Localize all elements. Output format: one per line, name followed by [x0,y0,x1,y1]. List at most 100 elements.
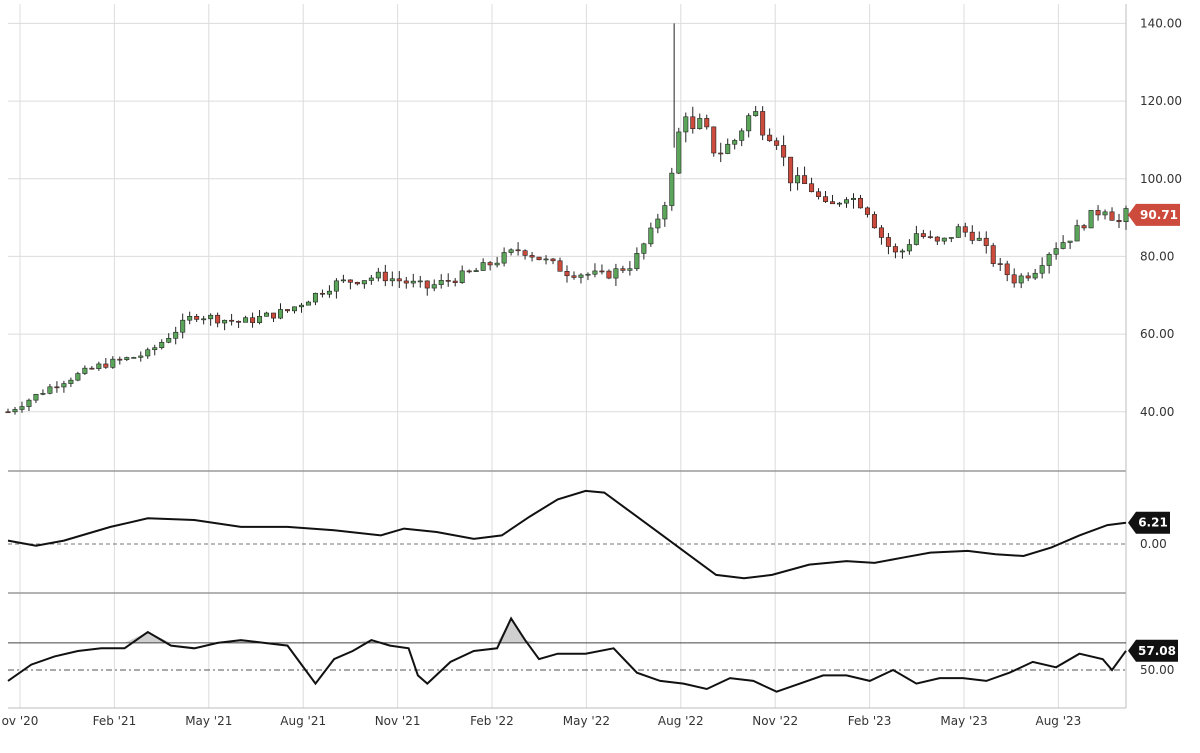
candle-body [1081,225,1087,229]
candle-body [368,277,374,281]
candle-body [1032,272,1038,279]
candle-body [445,280,451,282]
candle-body [823,196,829,202]
candle-body [878,227,884,238]
mid-band-label: 50.00 [1140,663,1174,677]
candle-body [739,130,745,141]
x-tick-label: Feb '22 [470,714,514,728]
candle-body [145,349,151,357]
candle-body [396,278,402,282]
candle-body [864,207,870,215]
candle-body [774,140,780,146]
candle-body [201,318,207,321]
candle-body [1116,220,1122,223]
candle-body [215,314,221,324]
candle-body [424,280,430,289]
candle-body [934,236,940,242]
candle-body [592,270,598,275]
x-tick-label: Aug '23 [1035,714,1081,728]
candle-body [536,256,542,261]
candle-body [278,309,284,319]
candle-body [809,183,815,193]
candle-body [194,316,200,320]
rsi-value-label: 57.08 [1138,644,1176,658]
candle-body [1074,225,1080,242]
candle-body [522,250,528,256]
candle-body [969,231,975,241]
candle-body [997,263,1003,265]
candle-body [54,386,60,389]
candle-body [920,233,926,237]
candle-body [1018,275,1024,284]
candle-body [26,399,32,407]
y-tick-label: 100.00 [1140,172,1182,186]
candle-body [767,134,773,142]
candle-body [641,243,647,254]
candle-body [257,316,263,323]
x-tick-label: ov '20 [2,714,39,728]
candle-body [103,363,109,368]
candle-body [781,145,787,158]
candle-body [564,270,570,277]
candle-body [578,274,584,278]
candle-body [291,306,297,312]
candle-body [599,270,605,273]
candle-body [271,312,277,319]
axes: ov '20 Feb '21 May '21 Aug '21 Nov '21 Feb '2… [2,16,1182,728]
candle-body [12,409,18,413]
x-tick-label: Nov '22 [752,714,798,728]
stock-chart: ov '20 Feb '21 May '21 Aug '21 Nov '21 Feb '2… [0,0,1200,753]
candle-body [627,268,633,271]
candle-body [89,367,95,370]
candle-body [326,290,332,295]
x-tick-label: May '23 [940,714,987,728]
candle-body [166,338,172,343]
candle-body [243,317,249,323]
x-tick-label: May '21 [185,714,232,728]
candle-body [124,357,130,360]
candle-body [927,236,933,238]
candle-body [1004,263,1010,276]
candle-body [438,280,444,285]
candle-body [557,260,563,272]
candle-body [347,279,353,283]
candle-body [676,131,682,174]
candle-body [473,270,479,273]
candle-body [452,280,458,283]
x-tick-label: Aug '21 [280,714,326,728]
candle-body [354,281,360,285]
candle-body [68,379,74,384]
candle-body [319,292,325,295]
candle-body [941,237,947,242]
candle-body [75,373,81,381]
candle-body [333,280,339,292]
candle-body [948,237,954,239]
candle-body [180,319,186,333]
candle-body [802,175,808,185]
x-tick-label: Feb '23 [848,714,892,728]
candle-body [1060,242,1066,249]
candle-body [732,140,738,145]
candle-body [19,406,25,410]
candle-body [131,357,137,359]
candle-body [788,156,794,184]
candle-body [606,270,612,279]
candle-body [620,268,626,271]
candle-body [340,279,346,282]
candle-body [82,367,88,374]
candle-body [697,118,703,130]
candle-body [906,244,912,252]
candle-body [459,270,465,283]
candle-body [857,197,863,209]
candle-body [690,116,696,130]
candle-body [760,111,766,136]
zero-label: 0.00 [1140,537,1167,551]
x-tick-label: Aug '22 [658,714,704,728]
candle-body [410,280,416,284]
y-tick-label: 60.00 [1140,327,1174,341]
candle-body [885,237,891,247]
candle-body [983,237,989,246]
candle-body [389,278,395,282]
candle-body [1088,210,1094,229]
candle-body [746,115,752,132]
